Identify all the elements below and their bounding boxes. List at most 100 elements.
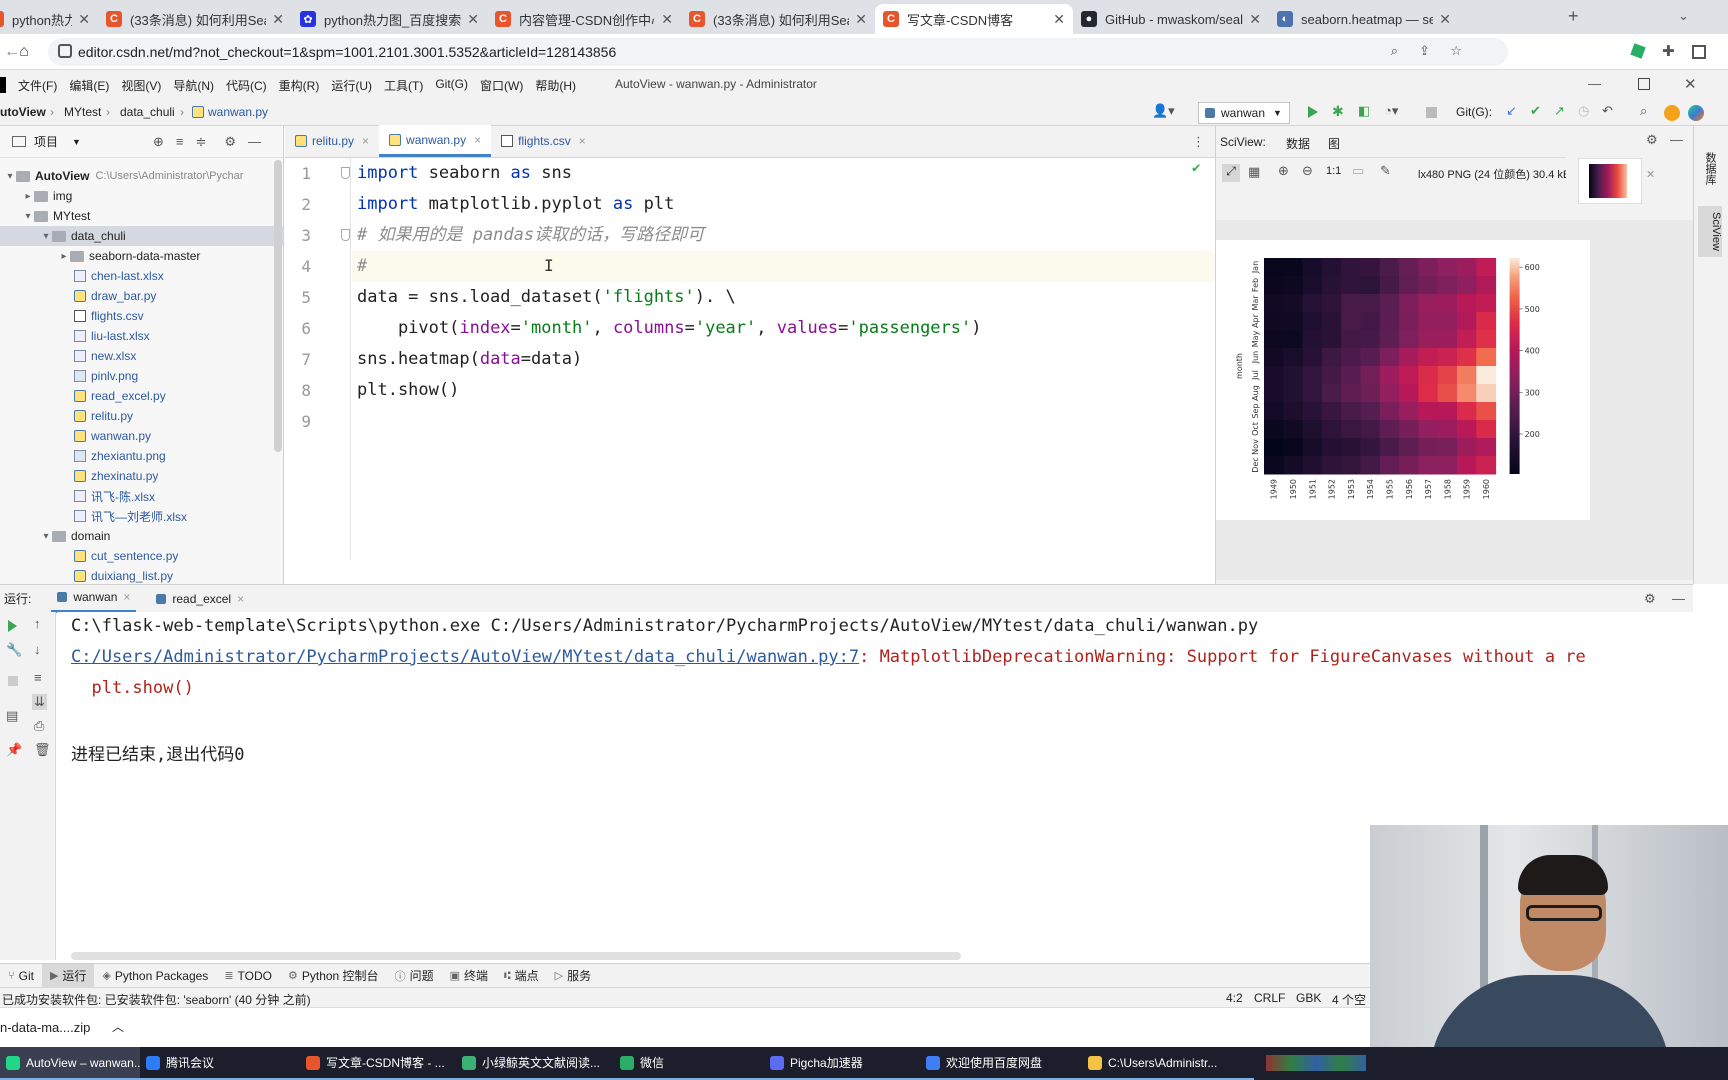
expand-all-icon[interactable]: ≡: [176, 134, 184, 149]
menu-item[interactable]: 工具(T): [378, 77, 429, 94]
chevron-down-icon[interactable]: ▼: [72, 137, 81, 147]
menu-item[interactable]: 视图(V): [115, 77, 167, 94]
puzzle-icon[interactable]: ✚: [1662, 42, 1675, 60]
tree-item[interactable]: relitu.py: [0, 406, 283, 426]
tool-window-tab[interactable]: ▶ 运行: [41, 963, 95, 988]
expand-arrow-icon[interactable]: ▾: [4, 171, 16, 182]
editor-tab[interactable]: relitu.py ×: [285, 125, 379, 157]
hide-icon[interactable]: —: [1672, 591, 1685, 606]
actual-size-button[interactable]: 1:1: [1326, 165, 1341, 177]
tree-item[interactable]: pinlv.png: [0, 366, 283, 386]
tree-item[interactable]: ▾ domain: [0, 526, 283, 546]
new-tab-icon[interactable]: +: [1568, 6, 1579, 27]
close-tab-icon[interactable]: ✕: [1439, 11, 1451, 28]
taskbar-item[interactable]: 微信: [614, 1047, 764, 1080]
browser-tab[interactable]: C (33条消息) 如何利用Seab ✕: [98, 4, 292, 34]
close-icon[interactable]: ✕: [1646, 168, 1655, 181]
hide-icon[interactable]: —: [248, 134, 261, 149]
more-icon[interactable]: ⋮: [1192, 134, 1205, 150]
locate-icon[interactable]: ⊕: [153, 134, 164, 150]
profile-icon[interactable]: ◔▾: [1384, 103, 1398, 119]
tree-item[interactable]: wanwan.py: [0, 426, 283, 446]
stop-icon[interactable]: [8, 676, 18, 686]
zoom-out-icon[interactable]: ⊖: [1302, 163, 1313, 179]
expand-arrow-icon[interactable]: ▾: [40, 531, 52, 542]
tree-item[interactable]: ▾ MYtest: [0, 206, 283, 226]
download-file[interactable]: n-data-ma....zip: [0, 1020, 90, 1035]
plugin-icon[interactable]: [1688, 105, 1704, 121]
tree-item[interactable]: flights.csv: [0, 306, 283, 326]
run-tab-wanwan[interactable]: wanwan ×: [51, 585, 137, 613]
rerun-icon[interactable]: [8, 620, 17, 632]
run-icon[interactable]: [1308, 106, 1318, 118]
menu-item[interactable]: 代码(C): [220, 77, 273, 94]
close-tab-icon[interactable]: ✕: [661, 11, 673, 28]
update-icon[interactable]: [1664, 105, 1680, 121]
taskbar-item[interactable]: AutoView – wanwan...: [0, 1047, 140, 1080]
browser-tab[interactable]: ● GitHub - mwaskom/seal ✕: [1073, 4, 1269, 34]
git-push-icon[interactable]: ↗: [1554, 103, 1565, 119]
close-tab-icon[interactable]: ✕: [1249, 11, 1261, 28]
project-label[interactable]: 项目: [34, 133, 58, 150]
up-arrow-icon[interactable]: ↑: [34, 616, 41, 631]
tool-window-tab[interactable]: ⑂ Git: [0, 964, 42, 988]
tool-window-tab[interactable]: ▷ 服务: [547, 964, 599, 988]
taskbar-item[interactable]: 小绿鲸英文文献阅读...: [456, 1047, 614, 1080]
down-arrow-icon[interactable]: ↓: [34, 642, 41, 657]
star-icon[interactable]: ☆: [1450, 43, 1462, 59]
tree-item[interactable]: ▾ data_chuli: [0, 226, 283, 246]
fit-icon[interactable]: ⤢: [1222, 164, 1240, 182]
hide-icon[interactable]: —: [1670, 132, 1683, 147]
history-icon[interactable]: ◷: [1578, 103, 1589, 119]
share-icon[interactable]: ⇪: [1419, 43, 1430, 59]
debug-icon[interactable]: ✱: [1332, 103, 1344, 120]
breadcrumb-data-chuli[interactable]: data_chuli: [120, 105, 175, 119]
tree-item[interactable]: ▸ img: [0, 186, 283, 206]
menu-item[interactable]: 帮助(H): [529, 77, 582, 94]
tab-plots[interactable]: 图: [1328, 135, 1340, 152]
close-tab-icon[interactable]: ✕: [272, 11, 284, 28]
close-tab-icon[interactable]: ✕: [78, 11, 90, 28]
taskbar-item[interactable]: 欢迎使用百度网盘: [920, 1047, 1082, 1080]
tree-item[interactable]: ▾ AutoView C:\Users\Administrator\Pychar: [0, 166, 283, 186]
menu-item[interactable]: 文件(F): [12, 77, 63, 94]
user-icon[interactable]: 👤▾: [1152, 103, 1175, 119]
background-icon[interactable]: ▭: [1352, 163, 1364, 179]
zoom-in-icon[interactable]: ⊕: [1278, 163, 1289, 179]
tree-item[interactable]: ▸ seaborn-data-master: [0, 246, 283, 266]
menu-item[interactable]: 导航(N): [167, 77, 220, 94]
system-tray[interactable]: [1266, 1055, 1366, 1071]
taskbar-item[interactable]: 写文章-CSDN博客 - ...: [300, 1047, 456, 1080]
gear-icon[interactable]: ⚙: [224, 134, 236, 150]
wrench-icon[interactable]: 🔧: [6, 642, 22, 658]
git-update-icon[interactable]: ↙: [1506, 103, 1517, 119]
sidepanel-icon[interactable]: [1692, 45, 1706, 59]
gear-icon[interactable]: ⚙: [1644, 591, 1656, 607]
print-icon[interactable]: ⎙: [34, 718, 44, 734]
fold-marker-icon[interactable]: [341, 167, 350, 179]
breadcrumb-mytest[interactable]: MYtest: [64, 105, 101, 119]
code-editor[interactable]: import seaborn as sns import matplotlib.…: [352, 158, 1214, 560]
browser-tab[interactable]: C (33条消息) 如何利用Seab ✕: [681, 4, 875, 34]
run-tab-read-excel[interactable]: read_excel ×: [150, 585, 250, 613]
tree-scrollbar[interactable]: [274, 160, 282, 452]
stop-icon[interactable]: [1426, 107, 1437, 118]
expand-arrow-icon[interactable]: ▾: [22, 211, 34, 222]
expand-arrow-icon[interactable]: ▾: [40, 231, 52, 242]
tool-window-tab[interactable]: ⑆ 端点: [496, 964, 547, 988]
tool-window-tab[interactable]: ⓘ 问题: [387, 964, 442, 988]
tree-item[interactable]: zhexinatu.py: [0, 466, 283, 486]
tool-window-tab[interactable]: ◈ Python Packages: [94, 964, 216, 988]
fold-marker-icon[interactable]: [341, 229, 350, 241]
soft-wrap-icon[interactable]: ≡: [34, 670, 42, 685]
home-icon[interactable]: ⌂: [14, 42, 34, 62]
warning-file-link[interactable]: C:/Users/Administrator/PycharmProjects/A…: [71, 647, 859, 667]
extension-icon[interactable]: [1630, 43, 1646, 59]
taskbar-item[interactable]: 腾讯会议: [140, 1047, 300, 1080]
console-hscrollbar[interactable]: [71, 952, 961, 960]
git-commit-icon[interactable]: ✔: [1530, 103, 1541, 119]
cursor-position[interactable]: 4:2: [1226, 991, 1243, 1005]
run-config-dropdown[interactable]: wanwan ▼: [1198, 102, 1290, 124]
zoom-icon[interactable]: ⌕: [1391, 43, 1398, 59]
gear-icon[interactable]: ⚙: [1646, 132, 1658, 148]
